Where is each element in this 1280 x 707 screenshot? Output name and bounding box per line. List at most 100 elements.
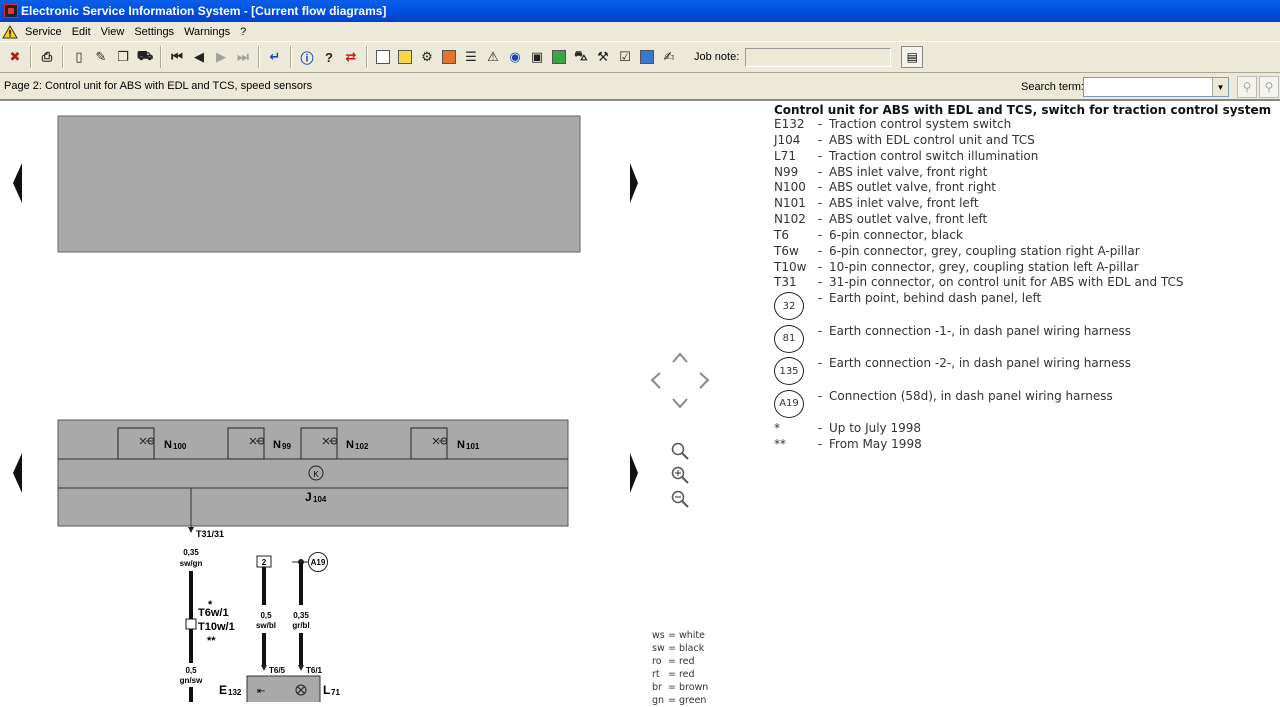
help-icon[interactable]: ? <box>319 46 339 68</box>
next-page-icon[interactable]: ▶ <box>211 46 231 68</box>
t61-label: T6/1 <box>306 666 323 675</box>
color-code-row: ws = white <box>652 630 705 641</box>
book-green-icon[interactable] <box>549 46 569 68</box>
wire1-size: 0,35 <box>183 548 199 557</box>
earth-row: A19- Connection (58d), in dash panel wiri… <box>774 389 1274 422</box>
globe-icon[interactable]: ◉ <box>505 46 525 68</box>
wire4-size: 0,35 <box>293 611 309 620</box>
print-icon[interactable]: ⎙ <box>37 46 57 68</box>
engine-icon[interactable]: ⚙ <box>417 46 437 68</box>
search-combo[interactable]: ▼ <box>1083 77 1229 97</box>
job-note-button[interactable]: ▤ <box>901 46 924 68</box>
previous-page-icon[interactable]: ◀ <box>189 46 209 68</box>
info-icon[interactable]: ⓘ <box>297 46 317 68</box>
toolbar-separator <box>30 46 32 68</box>
toolbar-separator <box>62 46 64 68</box>
wire1-color: sw/gn <box>180 559 203 568</box>
last-page-icon[interactable]: ⏭ <box>233 46 253 68</box>
color-code-row: gn = green <box>652 695 707 706</box>
book-red-icon[interactable] <box>439 46 459 68</box>
calculator-icon[interactable] <box>373 46 393 68</box>
copy-document-icon[interactable]: ❐ <box>113 46 133 68</box>
pan-up-icon[interactable] <box>672 352 688 363</box>
menu-edit[interactable]: Edit <box>67 26 96 38</box>
menu-view[interactable]: View <box>96 26 130 38</box>
legend-row: T6-6-pin connector, black <box>774 227 963 242</box>
search-forward-icon[interactable]: ⚲ <box>1237 76 1257 98</box>
zoom-out-icon[interactable] <box>671 490 689 508</box>
t65-label: T6/5 <box>269 666 286 675</box>
legend-row: N100- ABS outlet valve, front right <box>774 180 997 195</box>
page-right-arrow-lower[interactable] <box>630 453 638 493</box>
list-icon[interactable]: ☰ <box>461 46 481 68</box>
page-left-arrow-upper[interactable] <box>13 163 22 203</box>
zoom-in-icon[interactable] <box>671 466 689 484</box>
search-label: Search term: <box>1021 81 1084 93</box>
jump-icon[interactable]: ↵ <box>265 46 285 68</box>
earth-point-symbol: 81 <box>774 324 804 353</box>
job-note-field[interactable] <box>745 47 892 67</box>
notes-help-icon[interactable]: ✍ <box>659 46 679 68</box>
pan-down-icon[interactable] <box>672 398 688 409</box>
navigation-controls <box>650 352 710 508</box>
tools-icon[interactable]: ⚒ <box>593 46 613 68</box>
legend-row: T31-31-pin connector, on control unit fo… <box>774 275 1184 290</box>
wire2-size: 0,5 <box>185 666 197 675</box>
t31-label: T31/31 <box>196 529 224 539</box>
book-blue-icon[interactable] <box>637 46 657 68</box>
earth-point-symbol: A19 <box>774 389 804 418</box>
k-symbol-label: K <box>313 470 319 479</box>
page-info-bar: Page 2: Control unit for ABS with EDL an… <box>0 73 1280 101</box>
edit-document-icon[interactable]: ✎ <box>91 46 111 68</box>
earth-point-symbol: 32 <box>774 292 804 321</box>
page-right-arrow-upper[interactable] <box>630 163 638 203</box>
window-title: Electronic Service Information System - … <box>21 4 387 18</box>
wire3-color: sw/bl <box>256 621 276 630</box>
exit-icon[interactable]: ✖ <box>5 46 25 68</box>
l71-label: L <box>323 683 330 697</box>
terminal-2-label: 2 <box>262 558 267 567</box>
l71-sub: 71 <box>331 688 340 697</box>
title-bar: Electronic Service Information System - … <box>0 0 1280 22</box>
menu-service[interactable]: Service <box>20 26 67 38</box>
e132-sub: 132 <box>228 688 242 697</box>
star-2: ** <box>207 635 216 647</box>
legend-row: L71- Traction control switch illumination <box>774 148 1039 163</box>
checklist-icon[interactable]: ☑ <box>615 46 635 68</box>
toolbar-separator <box>258 46 260 68</box>
wire-color-codes: ws = white sw = black ro = red rt = red br = … <box>652 629 752 707</box>
pan-left-icon[interactable] <box>650 372 661 389</box>
warning-icon[interactable] <box>2 24 18 39</box>
wiring-diagram: N 100 N 99 N 102 N 101 K J 104 T31/31 0,… <box>13 115 638 702</box>
chevron-down-icon[interactable]: ▼ <box>1212 78 1228 96</box>
n102-label: N <box>346 439 354 451</box>
grid-icon[interactable] <box>395 46 415 68</box>
vehicle-icon[interactable]: ⛟ <box>135 46 155 68</box>
n100-sub: 100 <box>173 442 187 451</box>
first-page-icon[interactable]: ⏮ <box>167 46 187 68</box>
color-code-row: ro = red <box>652 656 695 667</box>
pan-right-icon[interactable] <box>699 372 710 389</box>
note-row: ** - From May 1998 <box>774 437 922 452</box>
page-left-arrow-lower[interactable] <box>13 453 22 493</box>
warning-tool-icon[interactable]: ⚠ <box>483 46 503 68</box>
menu-help[interactable]: ? <box>235 26 251 38</box>
new-document-icon[interactable]: ▯ <box>69 46 89 68</box>
n101-sub: 101 <box>466 442 480 451</box>
earth-row: 81- Earth connection -1-, in dash panel w… <box>774 324 1274 357</box>
legend-row: N102- ABS outlet valve, front left <box>774 212 988 227</box>
color-code-row: rt = red <box>652 669 695 680</box>
search-back-icon[interactable]: ⚲ <box>1259 76 1279 98</box>
job-note-label: Job note: <box>694 51 740 63</box>
car-icon[interactable]: ⛍ <box>571 46 591 68</box>
n101-label: N <box>457 439 465 451</box>
menu-warnings[interactable]: Warnings <box>179 26 235 38</box>
swap-icon[interactable]: ⇄ <box>341 46 361 68</box>
app-icon <box>4 4 18 18</box>
menu-settings[interactable]: Settings <box>129 26 179 38</box>
legend-row: N99- ABS inlet valve, front right <box>774 164 988 179</box>
color-code-row: br = brown <box>652 682 709 693</box>
e132-label: E <box>219 683 227 697</box>
zoom-fit-icon[interactable] <box>671 442 689 460</box>
bin-icon[interactable]: ▣ <box>527 46 547 68</box>
